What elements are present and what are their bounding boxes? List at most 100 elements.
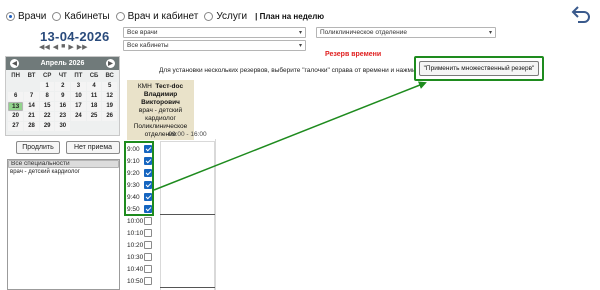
calendar-day[interactable]: 2	[55, 82, 71, 91]
prev-month-icon[interactable]: ◀	[10, 59, 19, 68]
chevron-down-icon: ▾	[488, 30, 492, 36]
weekday-label: ВС	[105, 73, 114, 79]
radio-icon	[115, 11, 125, 21]
month-calendar: ◀ Апрель 2026 ▶ ПН ВТ СР ЧТ ПТ СБ ВС 1 2 3 4 5 6 7 8 9 1…	[5, 56, 120, 136]
slot-checkbox[interactable]	[144, 241, 152, 249]
calendar-day[interactable]: 17	[71, 102, 86, 111]
back-arrow-icon[interactable]	[570, 5, 592, 23]
slot-time: 10:40	[127, 265, 144, 273]
hour-divider	[160, 287, 215, 288]
last-icon[interactable]: ▶▶	[77, 43, 88, 51]
specialty-item[interactable]: Все специальности	[8, 160, 119, 168]
chevron-down-icon: ▾	[298, 30, 302, 36]
calendar-day[interactable]: 19	[102, 102, 117, 111]
doctor-specialty: врач - детский кардиолог	[138, 107, 183, 122]
next-icon[interactable]: ▶	[68, 43, 73, 51]
calendar-day[interactable]: 18	[86, 102, 102, 111]
next-month-icon[interactable]: ▶	[105, 59, 115, 68]
department-select[interactable]: Поликлиническое отделение ▾	[316, 27, 496, 38]
calendar-day[interactable]: 1	[39, 82, 55, 91]
specialty-list[interactable]: Все специальности врач - детский кардиоло…	[7, 159, 120, 290]
today-icon[interactable]: ■	[61, 43, 65, 51]
specialty-item[interactable]: врач - детский кардиолог	[8, 168, 119, 176]
cabinets-select-value: Все кабинеты	[127, 42, 169, 49]
view-mode-label: Врачи	[18, 10, 47, 22]
calendar-day[interactable]: 20	[8, 112, 24, 121]
no-reception-button[interactable]: Нет приема	[66, 141, 120, 154]
doctors-select[interactable]: Все врачи ▾	[123, 27, 306, 38]
calendar-day[interactable]: 7	[24, 92, 39, 101]
slot-checkbox[interactable]	[144, 217, 152, 225]
radio-icon	[204, 11, 214, 21]
slot-checkbox[interactable]	[144, 229, 152, 237]
calendar-day[interactable]: 4	[86, 82, 102, 91]
calendar-day[interactable]: 11	[86, 92, 102, 101]
slot-time: 10:10	[127, 229, 144, 237]
calendar-day[interactable]: 30	[55, 122, 71, 131]
calendar-day[interactable]: 13	[8, 102, 24, 111]
calendar-empty-cell	[87, 122, 102, 131]
calendar-header: ◀ Апрель 2026 ▶	[6, 57, 119, 70]
calendar-day[interactable]: 14	[24, 102, 39, 111]
column-divider	[215, 139, 216, 290]
apply-multi-reserve-button[interactable]: "Применить множественный резерв"	[419, 61, 539, 76]
weekday-label: СР	[43, 73, 52, 79]
calendar-day[interactable]: 8	[39, 92, 55, 101]
prev-icon[interactable]: ◀	[53, 43, 58, 51]
view-mode-radio-0[interactable]: Врачи	[6, 11, 46, 22]
calendar-day[interactable]: 15	[39, 102, 55, 111]
slot-time: 10:00	[127, 217, 144, 225]
calendar-day[interactable]: 27	[8, 122, 24, 131]
calendar-day[interactable]: 28	[24, 122, 39, 131]
calendar-day[interactable]: 16	[55, 102, 71, 111]
weekday-label: ВТ	[27, 73, 36, 79]
time-slot-row: 10:10	[127, 227, 157, 239]
slot-checkbox[interactable]	[144, 253, 152, 261]
doctor-degree: КМН	[137, 83, 152, 90]
view-mode-radio-2[interactable]: Врач и кабинет	[115, 10, 199, 22]
reserve-title: Резерв времени	[325, 51, 382, 58]
week-plan-link[interactable]: | План на неделю	[255, 12, 324, 21]
working-hours: 09:00 - 16:00	[168, 131, 207, 138]
view-mode-bar: Врачи Кабинеты Врач и кабинет Услуги | План …	[6, 8, 324, 24]
calendar-day[interactable]: 5	[102, 82, 117, 91]
weekday-label: ПТ	[74, 73, 83, 79]
calendar-day[interactable]: 25	[86, 112, 102, 121]
calendar-day[interactable]: 29	[39, 122, 55, 131]
view-mode-radio-3[interactable]: Услуги	[204, 11, 247, 22]
calendar-day[interactable]: 24	[71, 112, 86, 121]
weekday-label: ПН	[11, 73, 20, 79]
first-icon[interactable]: ◀◀	[39, 43, 50, 51]
view-mode-radio-1[interactable]: Кабинеты	[52, 11, 110, 22]
calendar-day[interactable]: 9	[55, 92, 71, 101]
view-mode-label: Врач и кабинет	[127, 10, 199, 22]
calendar-empty-cell	[102, 122, 117, 131]
weekday-label: СБ	[89, 73, 99, 79]
slot-checkbox[interactable]	[144, 277, 152, 285]
calendar-day[interactable]: 6	[8, 92, 24, 101]
schedule-column[interactable]	[160, 141, 215, 290]
radio-icon	[52, 11, 62, 21]
calendar-day[interactable]: 12	[102, 92, 117, 101]
cabinets-select[interactable]: Все кабинеты ▾	[123, 40, 306, 51]
slot-checkbox[interactable]	[144, 265, 152, 273]
multi-reserve-highlight: "Применить множественный резерв"	[414, 56, 544, 81]
calendar-day[interactable]: 3	[71, 82, 86, 91]
slot-time: 10:20	[127, 241, 144, 249]
radio-icon	[6, 11, 15, 21]
calendar-day[interactable]: 26	[102, 112, 117, 121]
calendar-day[interactable]: 21	[24, 112, 39, 121]
calendar-empty-cell	[8, 82, 23, 91]
chevron-down-icon: ▾	[298, 43, 302, 49]
weekday-label: ЧТ	[58, 73, 67, 79]
calendar-day[interactable]: 23	[55, 112, 71, 121]
reserve-instruction: Для установки нескольких резервов, выбер…	[159, 67, 444, 74]
doctor-name-line2: Викторович	[141, 99, 180, 106]
time-slot-row: 10:40	[127, 263, 157, 275]
calendar-month-label: Апрель 2026	[40, 60, 85, 67]
doctors-select-value: Все врачи	[127, 29, 158, 36]
checked-slots-highlight	[124, 141, 154, 216]
calendar-day[interactable]: 10	[71, 92, 86, 101]
extend-button[interactable]: Продлить	[16, 141, 60, 154]
calendar-day[interactable]: 22	[39, 112, 55, 121]
